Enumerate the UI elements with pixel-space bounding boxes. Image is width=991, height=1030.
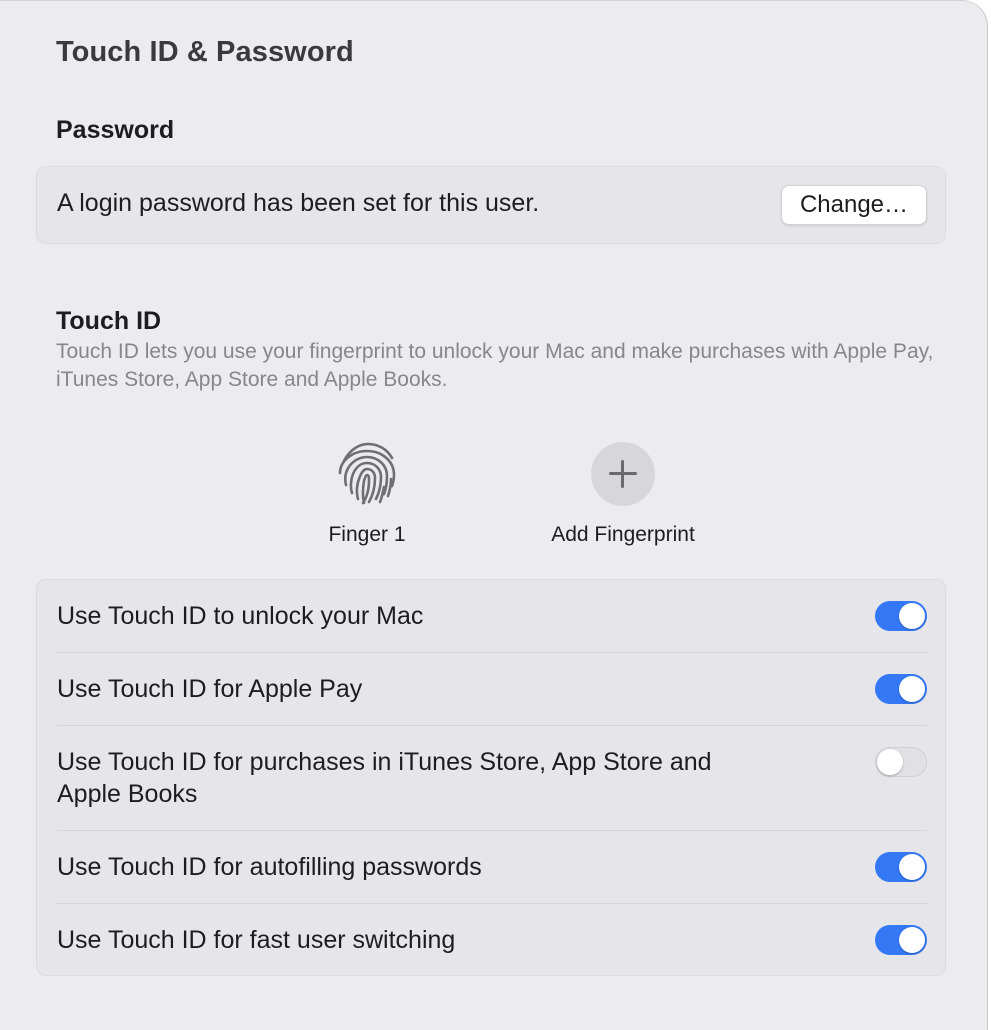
option-label: Use Touch ID for purchases in iTunes Sto…	[57, 748, 712, 808]
password-status-text: A login password has been set for this u…	[57, 189, 540, 217]
option-apple-pay[interactable]: Use Touch ID for Apple Pay	[57, 653, 927, 726]
touch-id-options-card: Use Touch ID to unlock your Mac Use Touc…	[36, 579, 946, 976]
add-fingerprint-button[interactable]: Add Fingerprint	[532, 439, 714, 547]
settings-window: Touch ID & Password Password A login pas…	[0, 0, 988, 1030]
toggle-store-purchases[interactable]	[875, 747, 927, 777]
option-label: Use Touch ID for autofilling passwords	[57, 853, 482, 881]
option-label: Use Touch ID for fast user switching	[57, 926, 456, 954]
fingerprint-icon	[332, 439, 402, 509]
toggle-knob	[899, 854, 925, 880]
touch-id-section-title: Touch ID	[56, 307, 162, 335]
touch-id-description: Touch ID lets you use your fingerprint t…	[56, 340, 934, 391]
fingerprint-finger-1[interactable]: Finger 1	[306, 439, 428, 547]
option-fast-user-switching[interactable]: Use Touch ID for fast user switching	[57, 904, 927, 977]
plus-icon	[591, 442, 655, 506]
toggle-knob	[899, 603, 925, 629]
option-label: Use Touch ID for Apple Pay	[57, 675, 363, 703]
toggle-unlock-mac[interactable]	[875, 601, 927, 631]
option-store-purchases[interactable]: Use Touch ID for purchases in iTunes Sto…	[57, 726, 927, 831]
password-card: A login password has been set for this u…	[36, 166, 946, 244]
add-fingerprint-label: Add Fingerprint	[551, 523, 695, 546]
password-section-title: Password	[56, 116, 175, 144]
option-unlock-mac[interactable]: Use Touch ID to unlock your Mac	[57, 580, 927, 653]
change-password-button[interactable]: Change…	[781, 185, 927, 225]
toggle-autofill-passwords[interactable]	[875, 852, 927, 882]
toggle-knob	[877, 749, 903, 775]
option-autofill-passwords[interactable]: Use Touch ID for autofilling passwords	[57, 831, 927, 904]
toggle-knob	[899, 676, 925, 702]
toggle-apple-pay[interactable]	[875, 674, 927, 704]
option-label: Use Touch ID to unlock your Mac	[57, 602, 424, 630]
toggle-knob	[899, 927, 925, 953]
page-title: Touch ID & Password	[56, 36, 354, 68]
fingerprint-label: Finger 1	[328, 523, 406, 546]
toggle-fast-user-switching[interactable]	[875, 925, 927, 955]
